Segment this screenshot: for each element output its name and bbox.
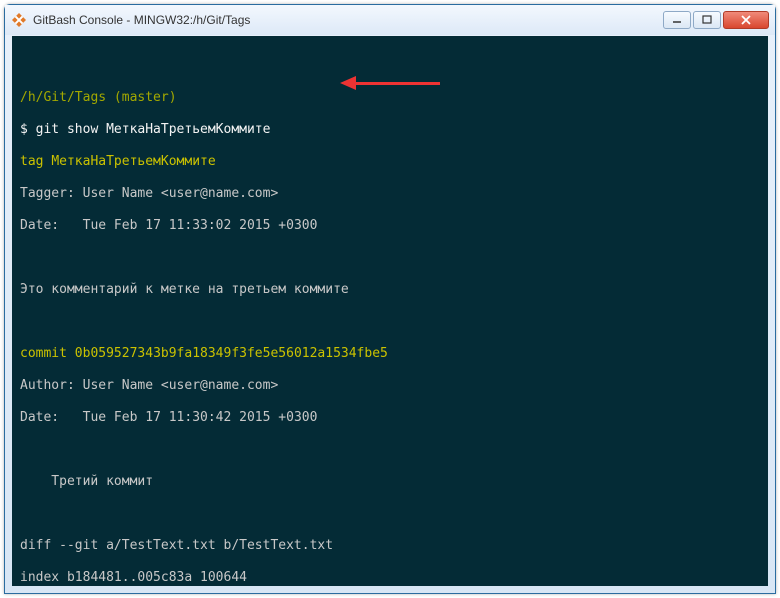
diff-index: index b184481..005c83a 100644 [20, 570, 760, 586]
blank-line [20, 250, 760, 266]
tagger-label: Tagger: [20, 186, 75, 201]
command-line: $ git show МеткаНаТретьемКоммите [20, 122, 760, 138]
maximize-button[interactable] [693, 11, 721, 29]
blank-line [20, 58, 760, 74]
tag-date-line: Date: Tue Feb 17 11:33:02 2015 +0300 [20, 218, 760, 234]
author-line: Author: User Name <user@name.com> [20, 378, 760, 394]
commit-prefix: commit [20, 346, 67, 361]
command-text: git show МеткаНаТретьемКоммите [36, 122, 271, 137]
commit-line: commit 0b059527343b9fa18349f3fe5e56012a1… [20, 346, 760, 362]
path-line: /h/Git/Tags (master) [20, 90, 760, 106]
tag-name: МеткаНаТретьемКоммите [51, 154, 215, 169]
window-frame: GitBash Console - MINGW32:/h/Git/Tags /h… [4, 4, 776, 594]
tagger-value: User Name <user@name.com> [83, 186, 279, 201]
commit-date-value: Tue Feb 17 11:30:42 2015 +0300 [83, 410, 318, 425]
blank-line [20, 442, 760, 458]
blank-line [20, 506, 760, 522]
commit-message: Третий коммит [20, 474, 760, 490]
branch-text: (master) [114, 90, 177, 105]
minimize-button[interactable] [663, 11, 691, 29]
path-text: /h/Git/Tags [20, 90, 106, 105]
blank-line [20, 314, 760, 330]
terminal-area[interactable]: /h/Git/Tags (master) $ git show МеткаНаТ… [12, 36, 768, 586]
titlebar[interactable]: GitBash Console - MINGW32:/h/Git/Tags [5, 5, 775, 35]
tagger-line: Tagger: User Name <user@name.com> [20, 186, 760, 202]
author-value: User Name <user@name.com> [83, 378, 279, 393]
diff-header: diff --git a/TestText.txt b/TestText.txt [20, 538, 760, 554]
commit-hash: 0b059527343b9fa18349f3fe5e56012a1534fbe5 [75, 346, 388, 361]
app-icon [11, 12, 27, 28]
commit-date-line: Date: Tue Feb 17 11:30:42 2015 +0300 [20, 410, 760, 426]
commit-date-label: Date: [20, 410, 75, 425]
prompt-symbol: $ [20, 122, 28, 137]
author-label: Author: [20, 378, 75, 393]
tag-line: tag МеткаНаТретьемКоммите [20, 154, 760, 170]
window-buttons [663, 11, 769, 29]
tag-comment: Это комментарий к метке на третьем комми… [20, 282, 760, 298]
close-button[interactable] [723, 11, 769, 29]
tag-prefix: tag [20, 154, 43, 169]
window-title: GitBash Console - MINGW32:/h/Git/Tags [33, 13, 663, 27]
tag-date-label: Date: [20, 218, 75, 233]
tag-date-value: Tue Feb 17 11:33:02 2015 +0300 [83, 218, 318, 233]
